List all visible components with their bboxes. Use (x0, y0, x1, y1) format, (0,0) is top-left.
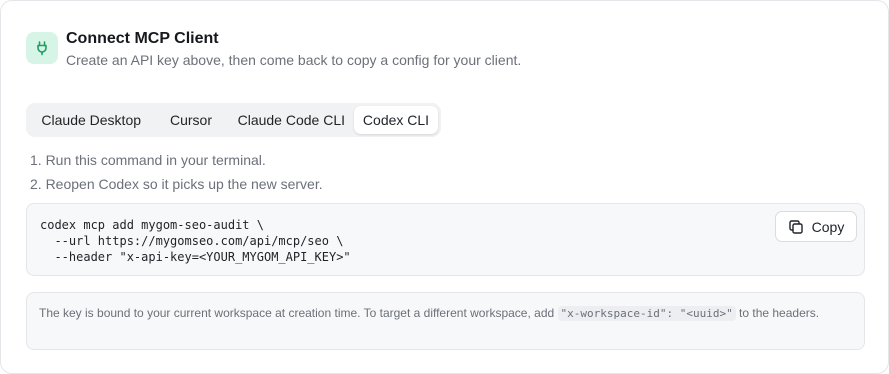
tab-cursor[interactable]: Cursor (153, 106, 228, 134)
copy-button-label: Copy (811, 218, 845, 235)
plug-icon-badge (26, 32, 58, 64)
note-code: "x-workspace-id": "<uuid>" (557, 306, 736, 321)
step-item: 1. Run this command in your terminal. (30, 152, 266, 168)
code-line: codex mcp add mygom-seo-audit \ (40, 218, 264, 232)
connect-mcp-card: Connect MCP Client Create an API key abo… (0, 0, 889, 374)
code-line: --url https://mygomseo.com/api/mcp/seo \ (40, 234, 344, 248)
tab-claude-desktop[interactable]: Claude Desktop (29, 106, 153, 134)
card-title: Connect MCP Client (66, 30, 219, 47)
note-text-end: to the headers. (735, 306, 820, 320)
command-code[interactable]: codex mcp add mygom-seo-audit \ --url ht… (40, 217, 351, 265)
tab-claude-code-cli[interactable]: Claude Code CLI (229, 106, 354, 134)
note-text: The key is bound to your current workspa… (39, 306, 558, 320)
copy-button[interactable]: Copy (775, 211, 857, 242)
copy-icon (788, 219, 803, 234)
code-block: codex mcp add mygom-seo-audit \ --url ht… (26, 203, 865, 276)
client-tabs: Claude Desktop Cursor Claude Code CLI Co… (26, 103, 441, 137)
step-item: 2. Reopen Codex so it picks up the new s… (30, 176, 323, 192)
card-subtitle: Create an API key above, then come back … (66, 52, 522, 68)
plug-icon (37, 41, 47, 56)
setup-steps: 1. Run this command in your terminal. 2.… (30, 148, 323, 196)
workspace-note: The key is bound to your current workspa… (26, 292, 865, 350)
tab-codex-cli[interactable]: Codex CLI (354, 106, 438, 134)
code-line: --header "x-api-key=<YOUR_MYGOM_API_KEY>… (40, 250, 351, 264)
